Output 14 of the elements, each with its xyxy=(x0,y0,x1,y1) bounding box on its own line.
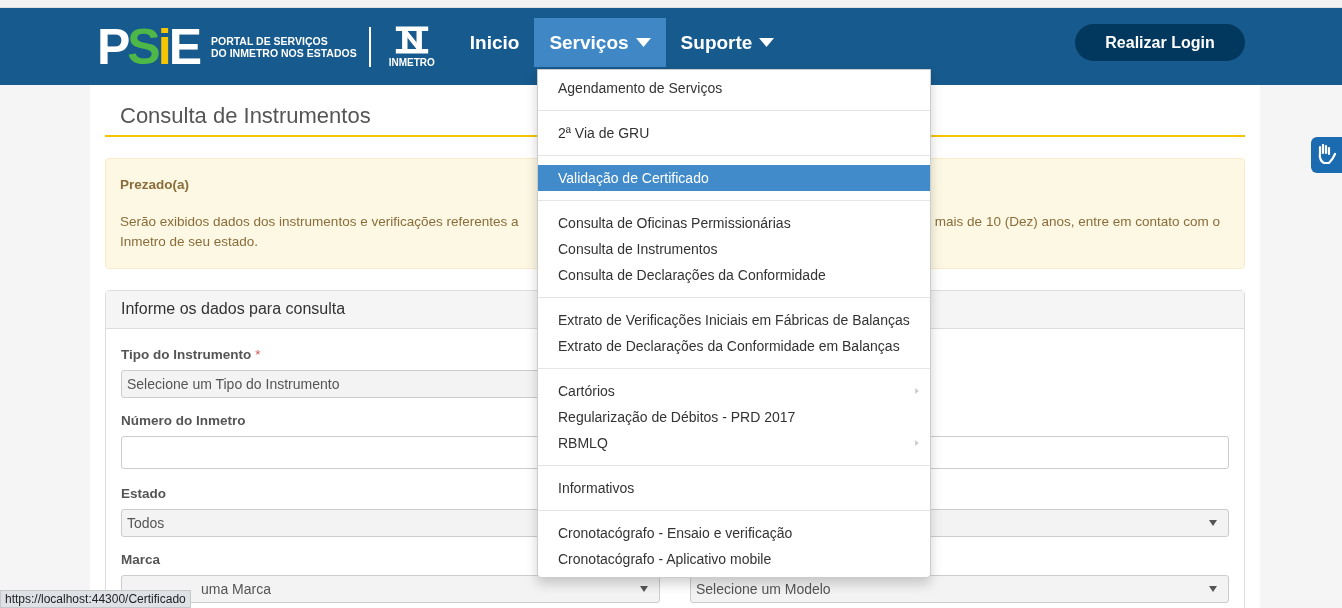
field-label: Número do Inmetro xyxy=(121,413,246,429)
required-asterisk: * xyxy=(255,347,261,363)
link-url-tooltip: https://localhost:44300/Certificado xyxy=(0,590,191,608)
field-label: Marca xyxy=(121,552,161,568)
panel-title: Informe os dados para consulta xyxy=(121,300,346,317)
field-label: Estado xyxy=(121,486,166,502)
logo-wordmark: PSiE xyxy=(97,21,199,72)
alert-text: Serão exibidos dados dos instrumentos e verificações referentes a xyxy=(120,213,519,231)
alert-text: Inmetro de seu estado. xyxy=(120,233,259,251)
field-label: Tipo do Instrumento xyxy=(121,347,252,363)
logo-tagline: PORTAL DE SERVIÇOS DO INMETRO NOS ESTADOS xyxy=(211,34,357,59)
logo-brand-text: INMETRO xyxy=(388,56,435,68)
alert-text: mais de 10 (Dez) anos, entre em contato com o xyxy=(934,213,1220,231)
alert-title: Prezado(a) xyxy=(120,177,190,192)
